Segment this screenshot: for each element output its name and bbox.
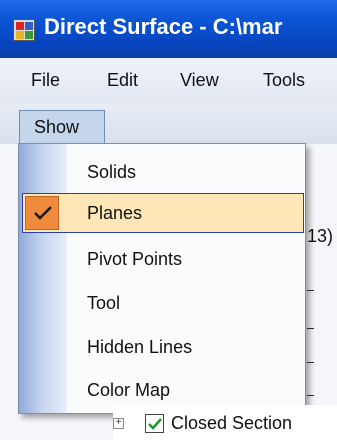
tree-guide [307, 362, 314, 363]
window-title: Direct Surface - C:\mar [44, 14, 283, 39]
menu-item-solids[interactable]: Solids [87, 162, 136, 183]
tree-checkbox[interactable] [145, 414, 164, 433]
app-icon-red [16, 22, 24, 30]
app-icon-yellow [16, 31, 24, 39]
menu-item-color-map[interactable]: Color Map [87, 380, 170, 401]
tree-guide [307, 328, 314, 329]
menu-view[interactable]: View [180, 70, 219, 91]
show-dropdown-menu: Solids Planes Pivot Points Tool Hidden L… [18, 143, 306, 414]
menu-item-planes-label: Planes [87, 203, 143, 223]
app-icon-green [25, 31, 33, 39]
tree-expander-icon[interactable]: + [113, 418, 124, 429]
menu-item-tool[interactable]: Tool [87, 293, 120, 314]
menu-item-pivot-points[interactable]: Pivot Points [87, 249, 182, 270]
title-bar[interactable]: Direct Surface - C:\mar [0, 0, 337, 58]
menu-item-hidden-lines[interactable]: Hidden Lines [87, 337, 192, 358]
menu-edit[interactable]: Edit [107, 70, 138, 91]
tree-guide [307, 395, 314, 396]
check-icon [25, 196, 59, 230]
tree-item-label: Closed Section [171, 413, 293, 433]
show-menu-button[interactable]: Show [19, 110, 105, 144]
menu-item-planes[interactable]: Planes [22, 193, 304, 233]
app-icon[interactable] [13, 19, 35, 41]
background-text: 13) [307, 226, 334, 246]
menu-bar: File Edit View Tools [0, 58, 337, 104]
tree-guide [307, 290, 314, 291]
app-icon-blue [25, 22, 33, 30]
menu-file[interactable]: File [31, 70, 60, 91]
menu-tools[interactable]: Tools [263, 70, 305, 91]
menu-icon-gutter [19, 144, 67, 413]
